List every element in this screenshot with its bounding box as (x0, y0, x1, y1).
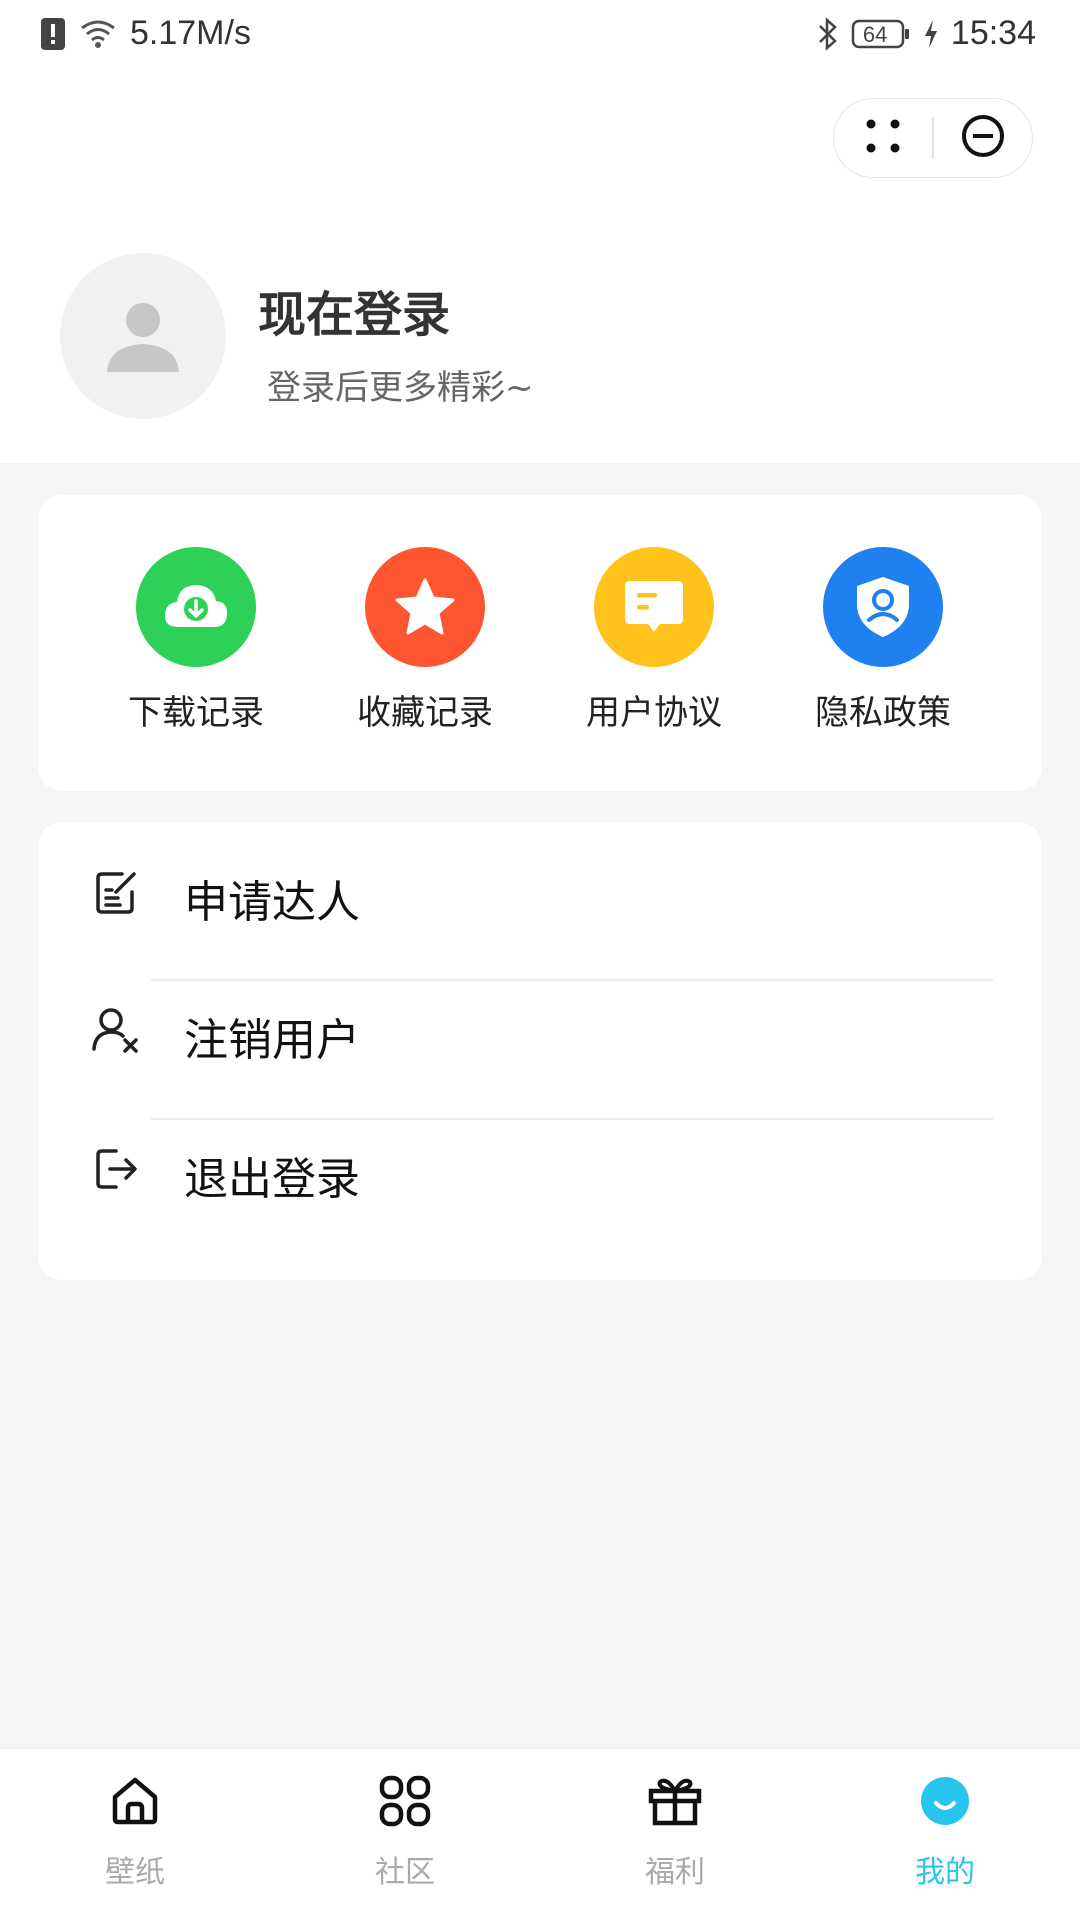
page: 5.17M/s 64 15:34 现在登录 登录后更多精彩~ 下载记录 收藏记录… (0, 0, 1080, 1920)
bottom-tab-bar: 壁纸 社区 福利 我的 (0, 1748, 1080, 1920)
grid-icon (375, 1771, 435, 1831)
tab-community[interactable]: 社区 (325, 1771, 485, 1891)
avatar[interactable] (60, 253, 226, 419)
quick-action-download-history[interactable]: 下载记录 (106, 547, 286, 734)
star-icon (365, 547, 485, 667)
menu-item-label: 退出登录 (184, 1154, 360, 1205)
wifi-icon (80, 18, 116, 50)
tab-wallpaper[interactable]: 壁纸 (55, 1771, 215, 1891)
menu-card: 申请达人 注销用户 退出登录 (38, 822, 1042, 1280)
charging-icon (923, 18, 939, 50)
more-button[interactable] (834, 98, 932, 178)
quick-actions-card: 下载记录 收藏记录 用户协议 隐私政策 (38, 495, 1042, 791)
quick-action-user-agreement[interactable]: 用户协议 (564, 547, 744, 734)
message-icon (594, 547, 714, 667)
menu-item-logout[interactable]: 退出登录 (38, 1099, 1042, 1237)
capsule-menu (833, 98, 1033, 178)
shield-user-icon (823, 547, 943, 667)
status-bar: 5.17M/s 64 15:34 (0, 0, 1080, 80)
tab-label: 福利 (645, 1855, 705, 1890)
tab-mine[interactable]: 我的 (865, 1771, 1025, 1891)
network-speed: 5.17M/s (130, 14, 251, 52)
tab-welfare[interactable]: 福利 (595, 1771, 755, 1891)
logout-icon (90, 1143, 142, 1195)
menu-item-label: 申请达人 (184, 877, 360, 928)
alert-icon (40, 17, 66, 51)
menu-item-delete-account[interactable]: 注销用户 (38, 960, 1042, 1098)
battery-icon: 64 (851, 18, 911, 50)
user-remove-icon (90, 1004, 142, 1056)
quick-action-label: 下载记录 (128, 693, 264, 733)
battery-level: 64 (862, 21, 888, 47)
tab-label: 我的 (915, 1855, 975, 1890)
minus-circle-icon (960, 113, 1006, 163)
login-subtitle: 登录后更多精彩~ (267, 368, 534, 408)
tab-label: 社区 (375, 1855, 435, 1890)
menu-item-label: 注销用户 (184, 1015, 360, 1066)
more-dots-icon (863, 116, 903, 160)
quick-action-favorites[interactable]: 收藏记录 (335, 547, 515, 734)
smile-icon (915, 1771, 975, 1831)
default-user-icon (103, 294, 183, 378)
home-icon (105, 1771, 165, 1831)
gift-icon (645, 1771, 705, 1831)
edit-note-icon (90, 866, 142, 918)
quick-action-privacy-policy[interactable]: 隐私政策 (793, 547, 973, 734)
bluetooth-icon (817, 16, 839, 51)
tab-label: 壁纸 (105, 1855, 165, 1890)
login-title[interactable]: 现在登录 (258, 275, 450, 345)
menu-item-apply-expert[interactable]: 申请达人 (38, 822, 1042, 960)
quick-action-label: 用户协议 (586, 693, 722, 733)
quick-action-label: 收藏记录 (357, 693, 493, 733)
cloud-download-icon (136, 547, 256, 667)
quick-action-label: 隐私政策 (815, 693, 951, 733)
close-button[interactable] (934, 98, 1032, 178)
clock: 15:34 (950, 14, 1036, 52)
